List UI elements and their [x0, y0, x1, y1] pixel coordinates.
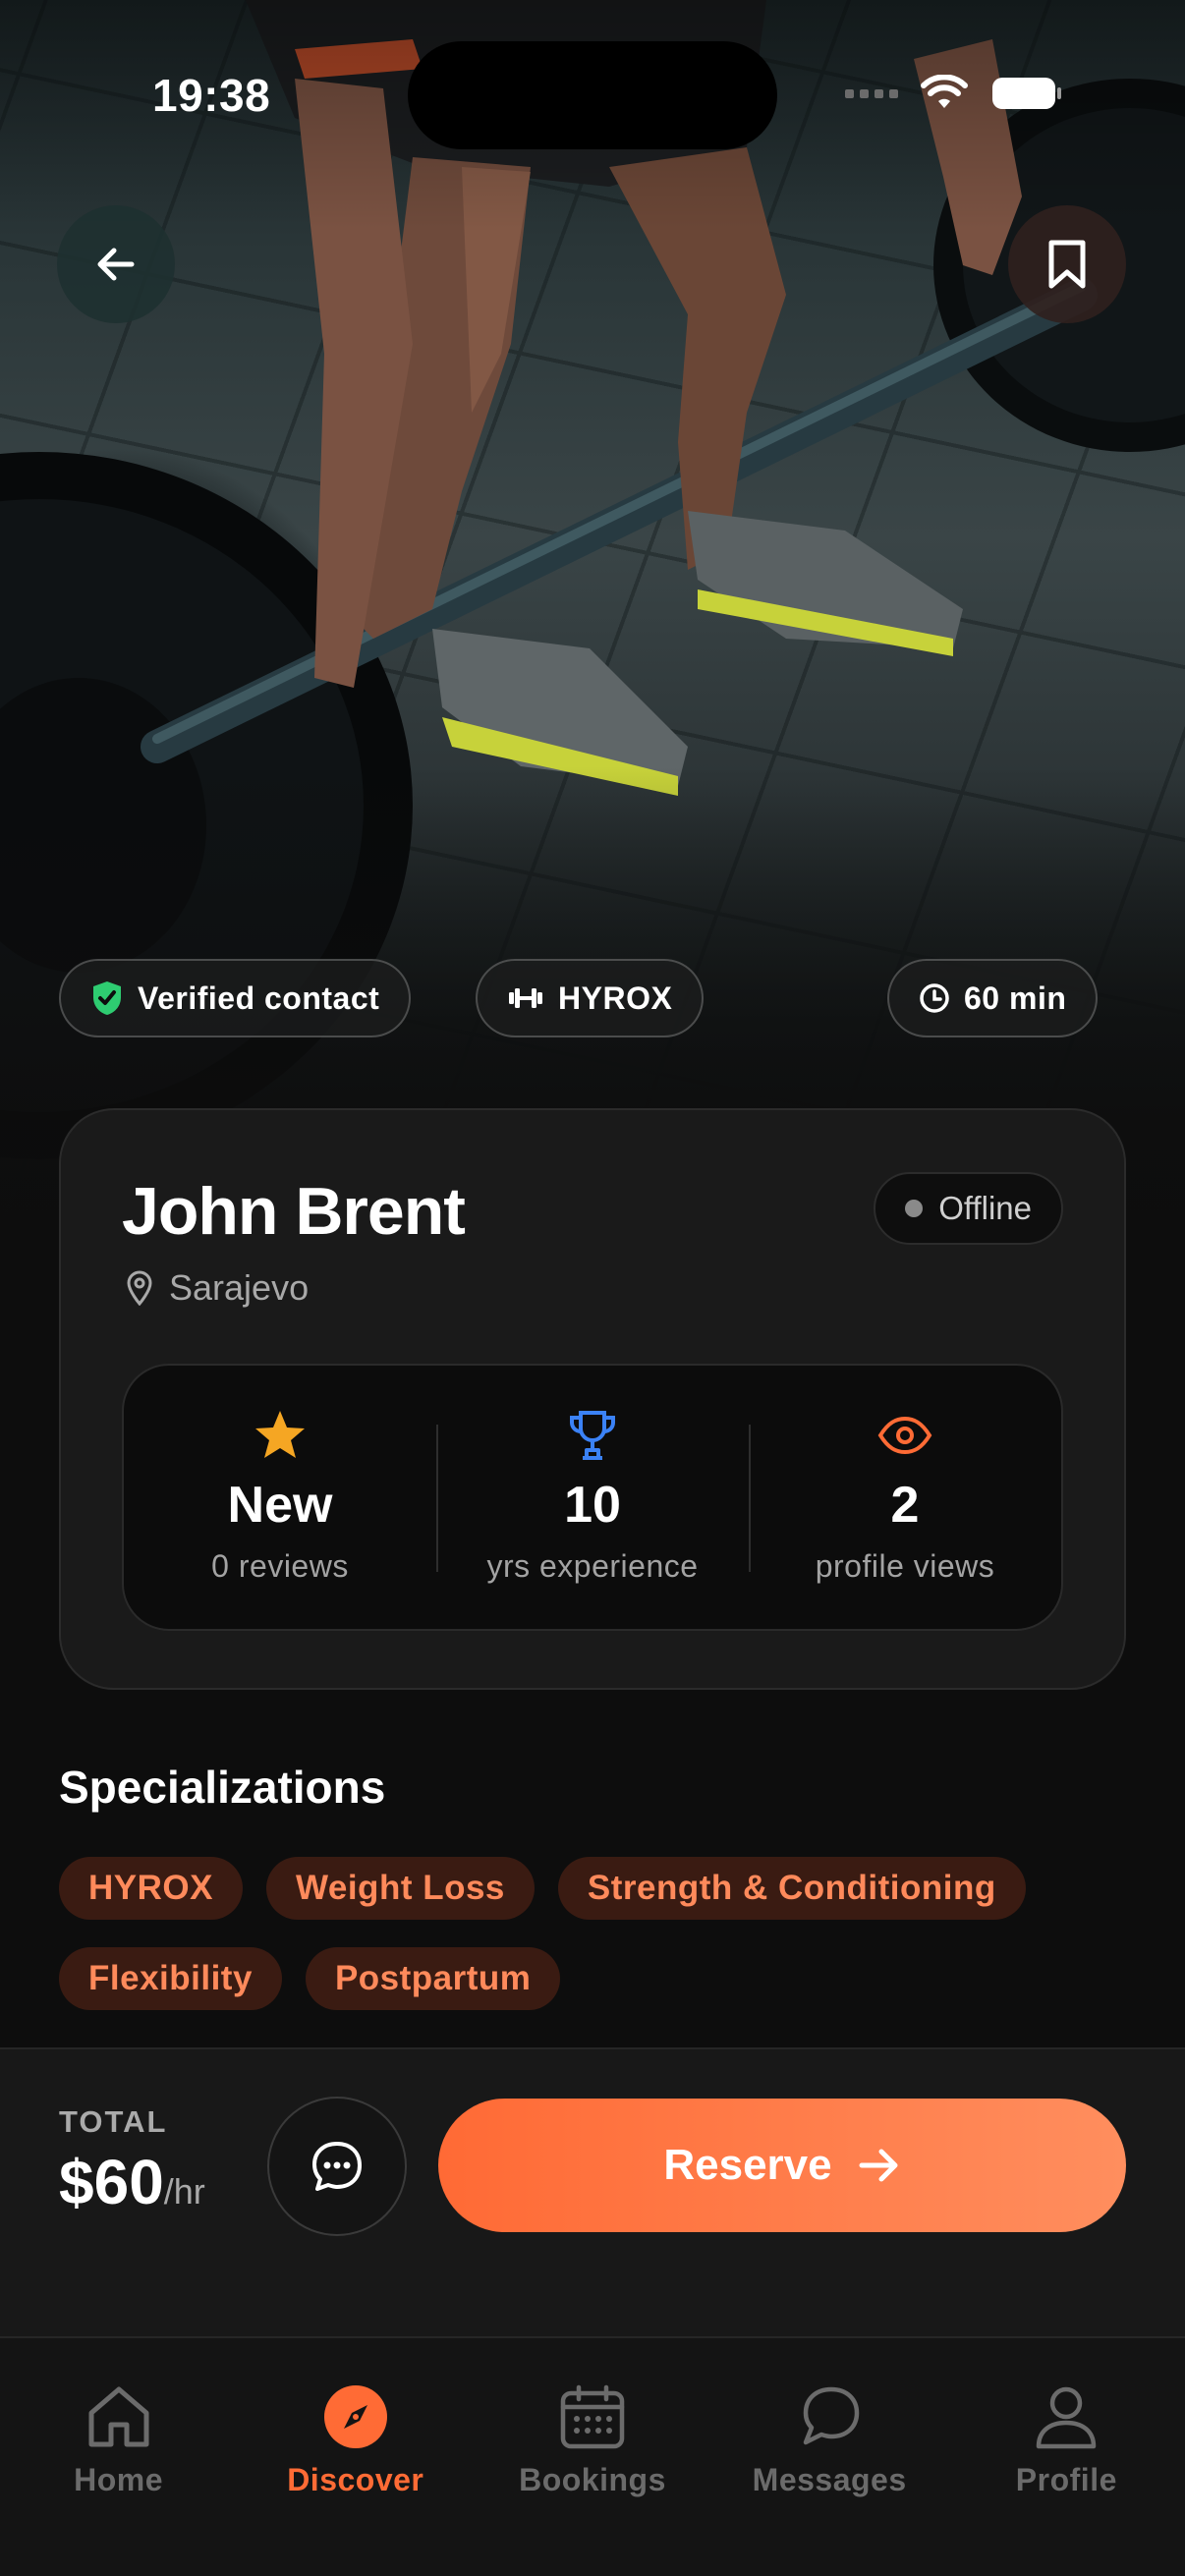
back-button[interactable]: [57, 205, 175, 323]
stat-value: 10: [564, 1477, 621, 1534]
reserve-label: Reserve: [663, 2141, 832, 2189]
trophy-icon: [570, 1411, 615, 1460]
specialization-tag: Flexibility: [59, 1947, 282, 2010]
verified-contact-chip: Verified contact: [59, 959, 412, 1037]
signal-icon: [845, 88, 898, 98]
booking-bar: TOTAL $60/hr Reserve: [0, 2047, 1185, 2336]
compass-icon: [323, 2385, 387, 2448]
price-unit: /hr: [163, 2171, 205, 2212]
tab-profile[interactable]: Profile: [948, 2338, 1185, 2576]
dumbbell-icon: [509, 988, 542, 1008]
status-label: Offline: [938, 1190, 1032, 1226]
bookmark-button[interactable]: [1008, 205, 1126, 323]
specialization-tag: Postpartum: [305, 1947, 561, 2010]
price-value: $60: [59, 2147, 164, 2217]
specialization-tag: HYROX: [59, 1857, 243, 1920]
tab-label: Bookings: [519, 2462, 666, 2497]
specialization-tag: Strength & Conditioning: [557, 1857, 1026, 1920]
stat-reviews: New 0 reviews: [124, 1366, 436, 1629]
tab-label: Profile: [1015, 2462, 1117, 2497]
location-pin-icon: [127, 1270, 152, 1306]
person-icon: [1037, 2386, 1097, 2449]
category-chip: HYROX: [476, 959, 705, 1037]
battery-icon: [992, 78, 1061, 109]
reserve-button[interactable]: Reserve: [438, 2099, 1126, 2232]
stat-experience: 10 yrs experience: [436, 1366, 749, 1629]
arrow-left-icon: [97, 248, 135, 281]
tab-messages[interactable]: Messages: [711, 2338, 948, 2576]
location-label: Sarajevo: [169, 1267, 310, 1308]
tab-label: Home: [74, 2462, 164, 2497]
status-icons: [845, 75, 1063, 112]
eye-icon: [877, 1416, 932, 1455]
status-dot: [905, 1200, 924, 1217]
duration-label: 60 min: [964, 980, 1067, 1016]
dynamic-island: [408, 41, 777, 149]
verified-contact-label: Verified contact: [138, 980, 380, 1016]
stats-panel: New 0 reviews 10 yrs experience 2 profil…: [122, 1364, 1063, 1631]
stat-label: profile views: [815, 1548, 995, 1584]
category-label: HYROX: [558, 980, 673, 1016]
specialization-tags: HYROX Weight Loss Strength & Conditionin…: [59, 1857, 1140, 2010]
bookmark-icon: [1048, 240, 1086, 289]
total-label: TOTAL: [59, 2104, 168, 2139]
hero-image: [0, 0, 1185, 1277]
clock-icon: [920, 983, 949, 1013]
tab-label: Messages: [752, 2462, 907, 2497]
star-icon: [255, 1411, 305, 1458]
arrow-right-icon: [859, 2149, 898, 2182]
stat-label: yrs experience: [486, 1548, 699, 1584]
chat-dots-icon: [312, 2142, 362, 2191]
home-icon: [88, 2386, 149, 2447]
hero-gradient: [0, 0, 1185, 1277]
total-price: $60/hr: [59, 2146, 205, 2218]
specializations-heading: Specializations: [59, 1762, 386, 1813]
chat-bubble-icon: [803, 2386, 860, 2445]
status-time: 19:38: [152, 70, 271, 121]
stat-value: New: [227, 1477, 333, 1534]
stat-label: 0 reviews: [211, 1548, 349, 1584]
tab-home[interactable]: Home: [0, 2338, 237, 2576]
shield-check-icon: [93, 981, 121, 1015]
stat-value: 2: [890, 1477, 920, 1534]
tab-discover[interactable]: Discover: [237, 2338, 474, 2576]
trainer-name: John Brent: [122, 1174, 466, 1249]
stat-views: 2 profile views: [749, 1366, 1061, 1629]
calendar-icon: [560, 2384, 625, 2449]
message-trainer-button[interactable]: [267, 2097, 407, 2236]
availability-status: Offline: [874, 1172, 1063, 1245]
trainer-location: Sarajevo: [126, 1267, 309, 1309]
bottom-tab-bar: Home Discover Bookings Messages Profile: [0, 2336, 1185, 2576]
trainer-card: John Brent Sarajevo Offline New 0 review…: [59, 1108, 1126, 1690]
tab-label: Discover: [287, 2462, 424, 2497]
wifi-icon: [921, 75, 968, 108]
duration-chip: 60 min: [887, 959, 1099, 1037]
specialization-tag: Weight Loss: [265, 1857, 535, 1920]
tab-bookings[interactable]: Bookings: [474, 2338, 710, 2576]
